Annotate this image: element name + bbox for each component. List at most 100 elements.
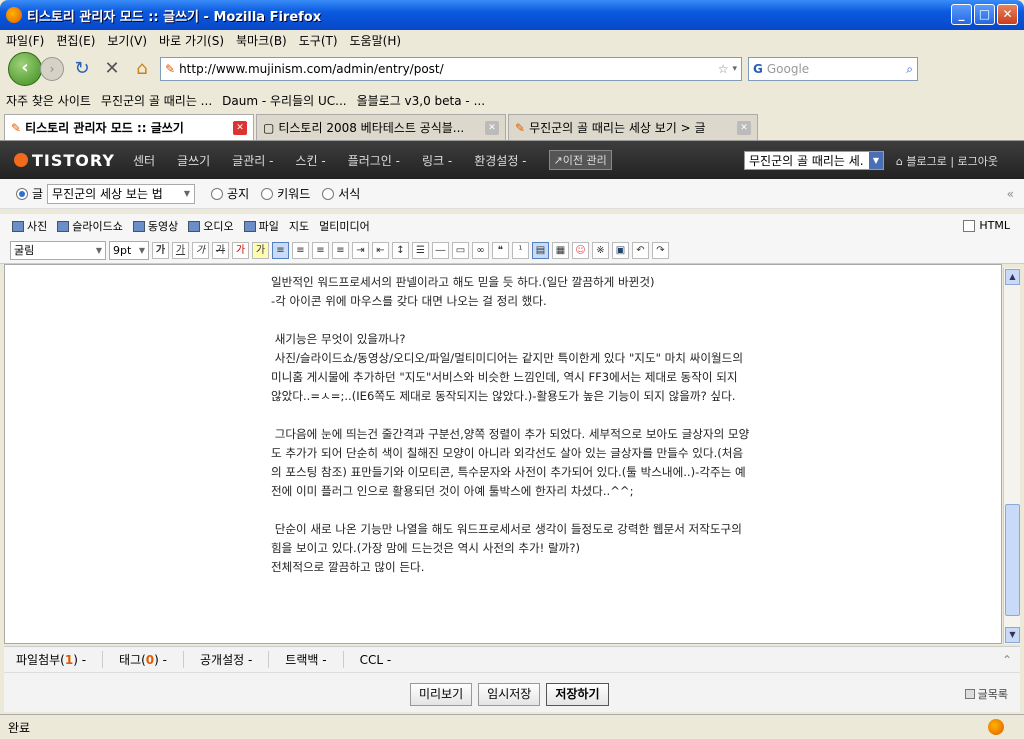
italic-icon[interactable]: 가 bbox=[192, 242, 209, 259]
menu-bookmarks[interactable]: 북마크(B) bbox=[236, 32, 287, 49]
search-box[interactable]: G Google ⌕ bbox=[748, 57, 918, 81]
nav-center[interactable]: 센터 bbox=[133, 152, 155, 169]
category-select[interactable]: 무진군의 세상 보는 법 ▼ bbox=[47, 183, 196, 204]
radio-form[interactable] bbox=[322, 187, 335, 200]
font-color-icon[interactable]: 가 bbox=[232, 242, 249, 259]
bookmark-item[interactable]: Daum - 우리들의 UC... bbox=[222, 92, 346, 109]
media-audio[interactable]: 오디오 bbox=[188, 218, 234, 234]
tab-close-icon[interactable]: ✕ bbox=[233, 120, 247, 135]
html-checkbox[interactable] bbox=[963, 219, 976, 232]
trackback-option[interactable]: 트랙백 - bbox=[285, 651, 344, 668]
strikethrough-icon[interactable]: 가 bbox=[212, 242, 229, 259]
back-button[interactable]: ‹ bbox=[8, 52, 42, 86]
bookmark-item[interactable]: 자주 찾은 사이트 bbox=[6, 92, 91, 109]
indent-icon[interactable]: ⇥ bbox=[352, 242, 369, 259]
google-icon[interactable]: G bbox=[753, 62, 763, 76]
blog-select[interactable]: 무진군의 골 때리는 세. ▼ bbox=[744, 151, 884, 170]
nav-posts[interactable]: 글관리 - bbox=[232, 152, 273, 169]
tab-mujin-blog[interactable]: ✎ 무진군의 골 때리는 세상 보기 > 글 ✕ bbox=[508, 114, 758, 140]
minimize-button[interactable]: _ bbox=[951, 4, 972, 25]
special-char-icon[interactable]: ※ bbox=[592, 242, 609, 259]
bold-icon[interactable]: 가 bbox=[152, 242, 169, 259]
bookmark-item[interactable]: 무진군의 골 때리는 ... bbox=[101, 92, 212, 109]
ccl-option[interactable]: CCL - bbox=[360, 653, 408, 667]
maximize-button[interactable]: □ bbox=[974, 4, 995, 25]
url-dropdown-icon[interactable]: ▾ bbox=[732, 64, 741, 74]
editor-area[interactable]: 일반적인 워드프로세서의 판넬이라고 해도 믿을 듯 하다.(일단 깔끔하게 바… bbox=[4, 264, 1002, 644]
table-icon[interactable]: ▦ bbox=[552, 242, 569, 259]
code-icon[interactable]: ▤ bbox=[532, 242, 549, 259]
menu-help[interactable]: 도움말(H) bbox=[350, 32, 402, 49]
url-text[interactable]: http://www.mujinism.com/admin/entry/post… bbox=[179, 62, 714, 76]
align-justify-icon[interactable]: ≡ bbox=[332, 242, 349, 259]
draft-button[interactable]: 임시저장 bbox=[478, 683, 541, 706]
post-content[interactable]: 일반적인 워드프로세서의 판넬이라고 해도 믿을 듯 하다.(일단 깔끔하게 바… bbox=[271, 273, 751, 577]
media-slideshow[interactable]: 슬라이드쇼 bbox=[57, 218, 123, 234]
search-icon[interactable]: ⌕ bbox=[906, 62, 917, 77]
scroll-up-icon[interactable]: ▲ bbox=[1005, 269, 1020, 285]
link-icon[interactable]: ∞ bbox=[472, 242, 489, 259]
divider-icon[interactable]: ― bbox=[432, 242, 449, 259]
menu-go[interactable]: 바로 가기(S) bbox=[159, 32, 224, 49]
nav-write[interactable]: 글쓰기 bbox=[177, 152, 210, 169]
font-size-select[interactable]: 9pt ▼ bbox=[109, 241, 149, 260]
html-toggle[interactable]: HTML bbox=[963, 219, 1010, 232]
url-bar[interactable]: ✎ http://www.mujinism.com/admin/entry/po… bbox=[160, 57, 742, 81]
menu-tools[interactable]: 도구(T) bbox=[299, 32, 338, 49]
highlight-icon[interactable]: 가 bbox=[252, 242, 269, 259]
font-select[interactable]: 굴림 ▼ bbox=[10, 241, 106, 260]
align-center-icon[interactable]: ≡ bbox=[292, 242, 309, 259]
undo-icon[interactable]: ↶ bbox=[632, 242, 649, 259]
tab-tistory-write[interactable]: ✎ 티스토리 관리자 모드 :: 글쓰기 ✕ bbox=[4, 114, 254, 140]
radio-post[interactable] bbox=[16, 187, 28, 200]
underline-icon[interactable]: 가 bbox=[172, 242, 189, 259]
media-video[interactable]: 동영상 bbox=[132, 218, 178, 234]
save-button[interactable]: 저장하기 bbox=[546, 683, 609, 706]
post-list-link[interactable]: 글목록 bbox=[964, 686, 1008, 702]
list-icon[interactable]: ☰ bbox=[412, 242, 429, 259]
tab-close-icon[interactable]: ✕ bbox=[485, 120, 499, 135]
menu-view[interactable]: 보기(V) bbox=[107, 32, 147, 49]
media-photo[interactable]: 사진 bbox=[12, 218, 47, 234]
vertical-scrollbar[interactable]: ▲ ▼ bbox=[1003, 268, 1020, 644]
nav-link[interactable]: 링크 - bbox=[422, 152, 452, 169]
dictionary-icon[interactable]: ▣ bbox=[612, 242, 629, 259]
bookmark-star-icon[interactable]: ☆ bbox=[718, 62, 729, 76]
menu-file[interactable]: 파일(F) bbox=[6, 32, 44, 49]
outdent-icon[interactable]: ⇤ bbox=[372, 242, 389, 259]
media-multimedia[interactable]: 멀티미디어 bbox=[319, 218, 370, 234]
radio-notice[interactable] bbox=[211, 187, 224, 200]
footnote-icon[interactable]: ¹ bbox=[512, 242, 529, 259]
tistory-logo[interactable]: TISTORY bbox=[0, 151, 133, 170]
tab-close-icon[interactable]: ✕ bbox=[737, 120, 751, 135]
tag-option[interactable]: 태그(0) - bbox=[119, 651, 184, 668]
nav-settings[interactable]: 환경설정 - bbox=[474, 152, 526, 169]
scroll-thumb[interactable] bbox=[1005, 504, 1020, 616]
radio-keyword[interactable] bbox=[261, 187, 274, 200]
scroll-down-icon[interactable]: ▼ bbox=[1005, 627, 1020, 643]
stop-icon[interactable]: ✕ bbox=[100, 57, 124, 81]
menu-edit[interactable]: 편집(E) bbox=[56, 32, 95, 49]
reload-icon[interactable]: ↻ bbox=[70, 57, 94, 81]
redo-icon[interactable]: ↷ bbox=[652, 242, 669, 259]
tab-tistory-beta[interactable]: ▢ 티스토리 2008 베타테스트 공식블... ✕ bbox=[256, 114, 506, 140]
media-map[interactable]: 지도 bbox=[289, 218, 309, 234]
prev-admin-button[interactable]: ↗이전 관리 bbox=[548, 150, 612, 170]
align-left-icon[interactable]: ≡ bbox=[272, 242, 289, 259]
preview-button[interactable]: 미리보기 bbox=[410, 683, 473, 706]
home-icon[interactable]: ⌂ bbox=[130, 57, 154, 81]
media-file[interactable]: 파일 bbox=[243, 218, 279, 234]
blog-logout-links[interactable]: ⌂ 블로그로 | 로그아웃 bbox=[896, 153, 998, 169]
textbox-icon[interactable]: ▭ bbox=[452, 242, 469, 259]
nav-skin[interactable]: 스킨 - bbox=[295, 152, 325, 169]
attach-file-option[interactable]: 파일첨부(1) - bbox=[16, 651, 104, 668]
collapse-icon[interactable]: « bbox=[1007, 187, 1014, 201]
visibility-option[interactable]: 공개설정 - bbox=[200, 651, 270, 668]
expand-icon[interactable]: ⌃ bbox=[1002, 653, 1012, 667]
search-input[interactable]: Google bbox=[767, 62, 902, 76]
quote-icon[interactable]: ❝ bbox=[492, 242, 509, 259]
nav-plugin[interactable]: 플러그인 - bbox=[348, 152, 400, 169]
line-spacing-icon[interactable]: ↕ bbox=[392, 242, 409, 259]
emoticon-icon[interactable]: ☺ bbox=[572, 242, 589, 259]
align-right-icon[interactable]: ≡ bbox=[312, 242, 329, 259]
